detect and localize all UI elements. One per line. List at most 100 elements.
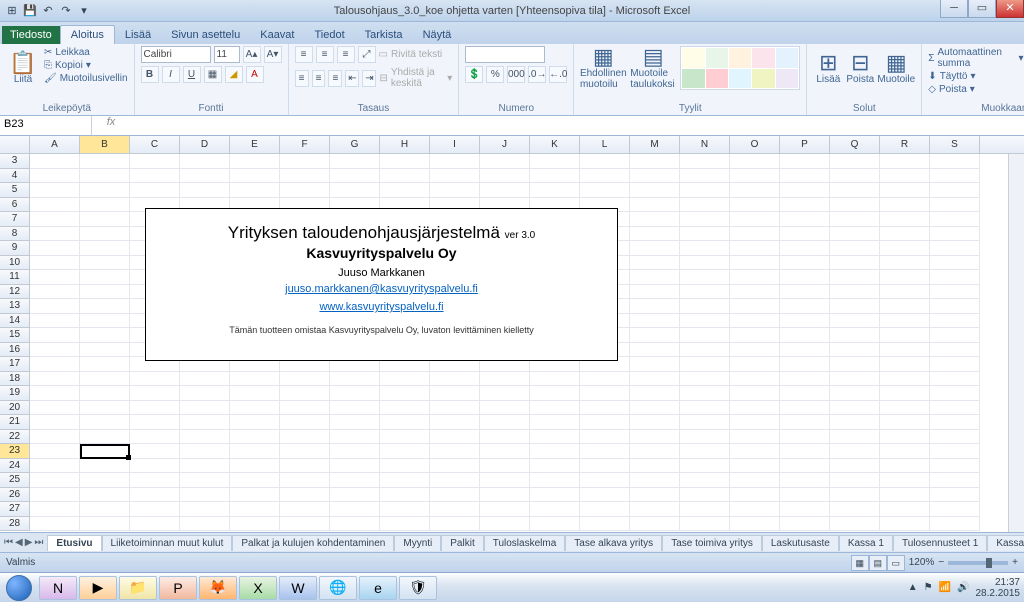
- col-header[interactable]: L: [580, 136, 630, 153]
- paste-button[interactable]: 📋Liitä: [6, 46, 40, 90]
- row-header[interactable]: 26: [0, 488, 30, 503]
- align-bot-icon[interactable]: ≡: [337, 46, 355, 63]
- row-header[interactable]: 7: [0, 212, 30, 227]
- taskbar-ie[interactable]: e: [359, 576, 397, 600]
- zoom-out-icon[interactable]: −: [938, 557, 944, 568]
- row-header[interactable]: 21: [0, 415, 30, 430]
- row-header[interactable]: 20: [0, 401, 30, 416]
- row-header[interactable]: 19: [0, 386, 30, 401]
- tab-home[interactable]: Aloitus: [60, 25, 115, 44]
- row-header[interactable]: 18: [0, 372, 30, 387]
- comma-icon[interactable]: 000: [507, 66, 525, 83]
- row-header[interactable]: 17: [0, 357, 30, 372]
- row-header[interactable]: 9: [0, 241, 30, 256]
- align-right-icon[interactable]: ≡: [328, 70, 342, 87]
- indent-inc-icon[interactable]: ⇥: [362, 70, 376, 87]
- col-header[interactable]: Q: [830, 136, 880, 153]
- format-table-button[interactable]: ▤Muotoile taulukoksi: [630, 46, 676, 90]
- cond-format-button[interactable]: ▦Ehdollinen muotoilu: [580, 46, 626, 90]
- row-header[interactable]: 13: [0, 299, 30, 314]
- autosum-button[interactable]: Σ Automaattinen summa ▾: [928, 46, 1023, 70]
- font-family-select[interactable]: Calibri: [141, 46, 211, 63]
- row-header[interactable]: 6: [0, 198, 30, 213]
- row-header[interactable]: 15: [0, 328, 30, 343]
- row-header[interactable]: 28: [0, 517, 30, 532]
- taskbar-onenote[interactable]: N: [39, 576, 77, 600]
- sheet-tab[interactable]: Liiketoiminnan muut kulut: [102, 535, 233, 551]
- col-header[interactable]: D: [180, 136, 230, 153]
- col-header[interactable]: O: [730, 136, 780, 153]
- cell-styles-gallery[interactable]: [680, 46, 800, 90]
- sheet-tab[interactable]: Tase toimiva yritys: [662, 535, 762, 551]
- copy-button[interactable]: ⎘ Kopioi ▾: [44, 59, 128, 72]
- save-icon[interactable]: 💾: [22, 3, 38, 19]
- sheet-tab[interactable]: Myynti: [394, 535, 441, 551]
- sheet-tab[interactable]: Etusivu: [47, 535, 101, 551]
- select-all-corner[interactable]: [0, 136, 30, 153]
- row-header[interactable]: 8: [0, 227, 30, 242]
- tab-view[interactable]: Näytä: [413, 26, 462, 44]
- undo-icon[interactable]: ↶: [40, 3, 56, 19]
- tab-layout[interactable]: Sivun asettelu: [161, 26, 250, 44]
- row-header[interactable]: 27: [0, 502, 30, 517]
- sheet-tab[interactable]: Tuloslaskelma: [484, 535, 566, 551]
- col-header[interactable]: F: [280, 136, 330, 153]
- delete-cells-button[interactable]: ⊟Poista: [845, 46, 875, 90]
- taskbar-ppt[interactable]: P: [159, 576, 197, 600]
- sheet-tab[interactable]: Kassa 1: [839, 535, 893, 551]
- zoom-in-icon[interactable]: +: [1012, 557, 1018, 568]
- orientation-icon[interactable]: ⤢: [358, 46, 376, 63]
- italic-button[interactable]: I: [162, 66, 180, 83]
- name-box[interactable]: B23: [0, 116, 92, 135]
- tray-network-icon[interactable]: 📶: [939, 582, 951, 593]
- cut-button[interactable]: ✂ Leikkaa: [44, 46, 128, 59]
- border-button[interactable]: ▦: [204, 66, 222, 83]
- col-header[interactable]: B: [80, 136, 130, 153]
- system-tray[interactable]: ▲ ⚑ 📶 🔊 21:37 28.2.2015: [908, 577, 1020, 599]
- col-header[interactable]: E: [230, 136, 280, 153]
- worksheet[interactable]: ABCDEFGHIJKLMNOPQRS 34567891011121314151…: [0, 136, 1024, 532]
- formula-input[interactable]: [130, 116, 1024, 135]
- sheet-tab[interactable]: Palkit: [441, 535, 483, 551]
- tray-up-icon[interactable]: ▲: [908, 582, 918, 593]
- zoom-slider[interactable]: [948, 561, 1008, 565]
- tab-file[interactable]: Tiedosto: [2, 26, 60, 44]
- view-buttons[interactable]: ▦▤▭: [851, 555, 905, 571]
- col-header[interactable]: C: [130, 136, 180, 153]
- taskbar-word[interactable]: W: [279, 576, 317, 600]
- redo-icon[interactable]: ↷: [58, 3, 74, 19]
- align-left-icon[interactable]: ≡: [295, 70, 309, 87]
- sheet-tab[interactable]: Kassa 2: [987, 535, 1024, 551]
- clear-button[interactable]: ◇ Poista ▾: [928, 83, 1023, 96]
- row-header[interactable]: 24: [0, 459, 30, 474]
- format-cells-button[interactable]: ▦Muotoile: [877, 46, 915, 90]
- tab-review[interactable]: Tarkista: [355, 26, 413, 44]
- col-header[interactable]: J: [480, 136, 530, 153]
- taskbar-shield[interactable]: 🛡: [399, 576, 437, 600]
- percent-icon[interactable]: %: [486, 66, 504, 83]
- col-header[interactable]: H: [380, 136, 430, 153]
- row-header[interactable]: 11: [0, 270, 30, 285]
- tab-insert[interactable]: Lisää: [115, 26, 161, 44]
- col-header[interactable]: M: [630, 136, 680, 153]
- insert-cells-button[interactable]: ⊞Lisää: [813, 46, 843, 90]
- taskbar-mediaplayer[interactable]: ▶: [79, 576, 117, 600]
- col-header[interactable]: K: [530, 136, 580, 153]
- row-header[interactable]: 16: [0, 343, 30, 358]
- taskbar-excel[interactable]: X: [239, 576, 277, 600]
- row-header[interactable]: 22: [0, 430, 30, 445]
- font-color-button[interactable]: A: [246, 66, 264, 83]
- sheet-tab[interactable]: Palkat ja kulujen kohdentaminen: [232, 535, 394, 551]
- grow-font-icon[interactable]: A▴: [243, 46, 261, 63]
- row-header[interactable]: 10: [0, 256, 30, 271]
- taskbar-explorer[interactable]: 📁: [119, 576, 157, 600]
- wrap-text-button[interactable]: ▭ Rivitä teksti: [379, 48, 443, 61]
- row-header[interactable]: 3: [0, 154, 30, 169]
- sheet-tab[interactable]: Laskutusaste: [762, 535, 839, 551]
- shrink-font-icon[interactable]: A▾: [264, 46, 282, 63]
- sheet-tab[interactable]: Tase alkava yritys: [565, 535, 662, 551]
- col-header[interactable]: N: [680, 136, 730, 153]
- row-header[interactable]: 5: [0, 183, 30, 198]
- taskbar-chrome[interactable]: 🌐: [319, 576, 357, 600]
- col-header[interactable]: A: [30, 136, 80, 153]
